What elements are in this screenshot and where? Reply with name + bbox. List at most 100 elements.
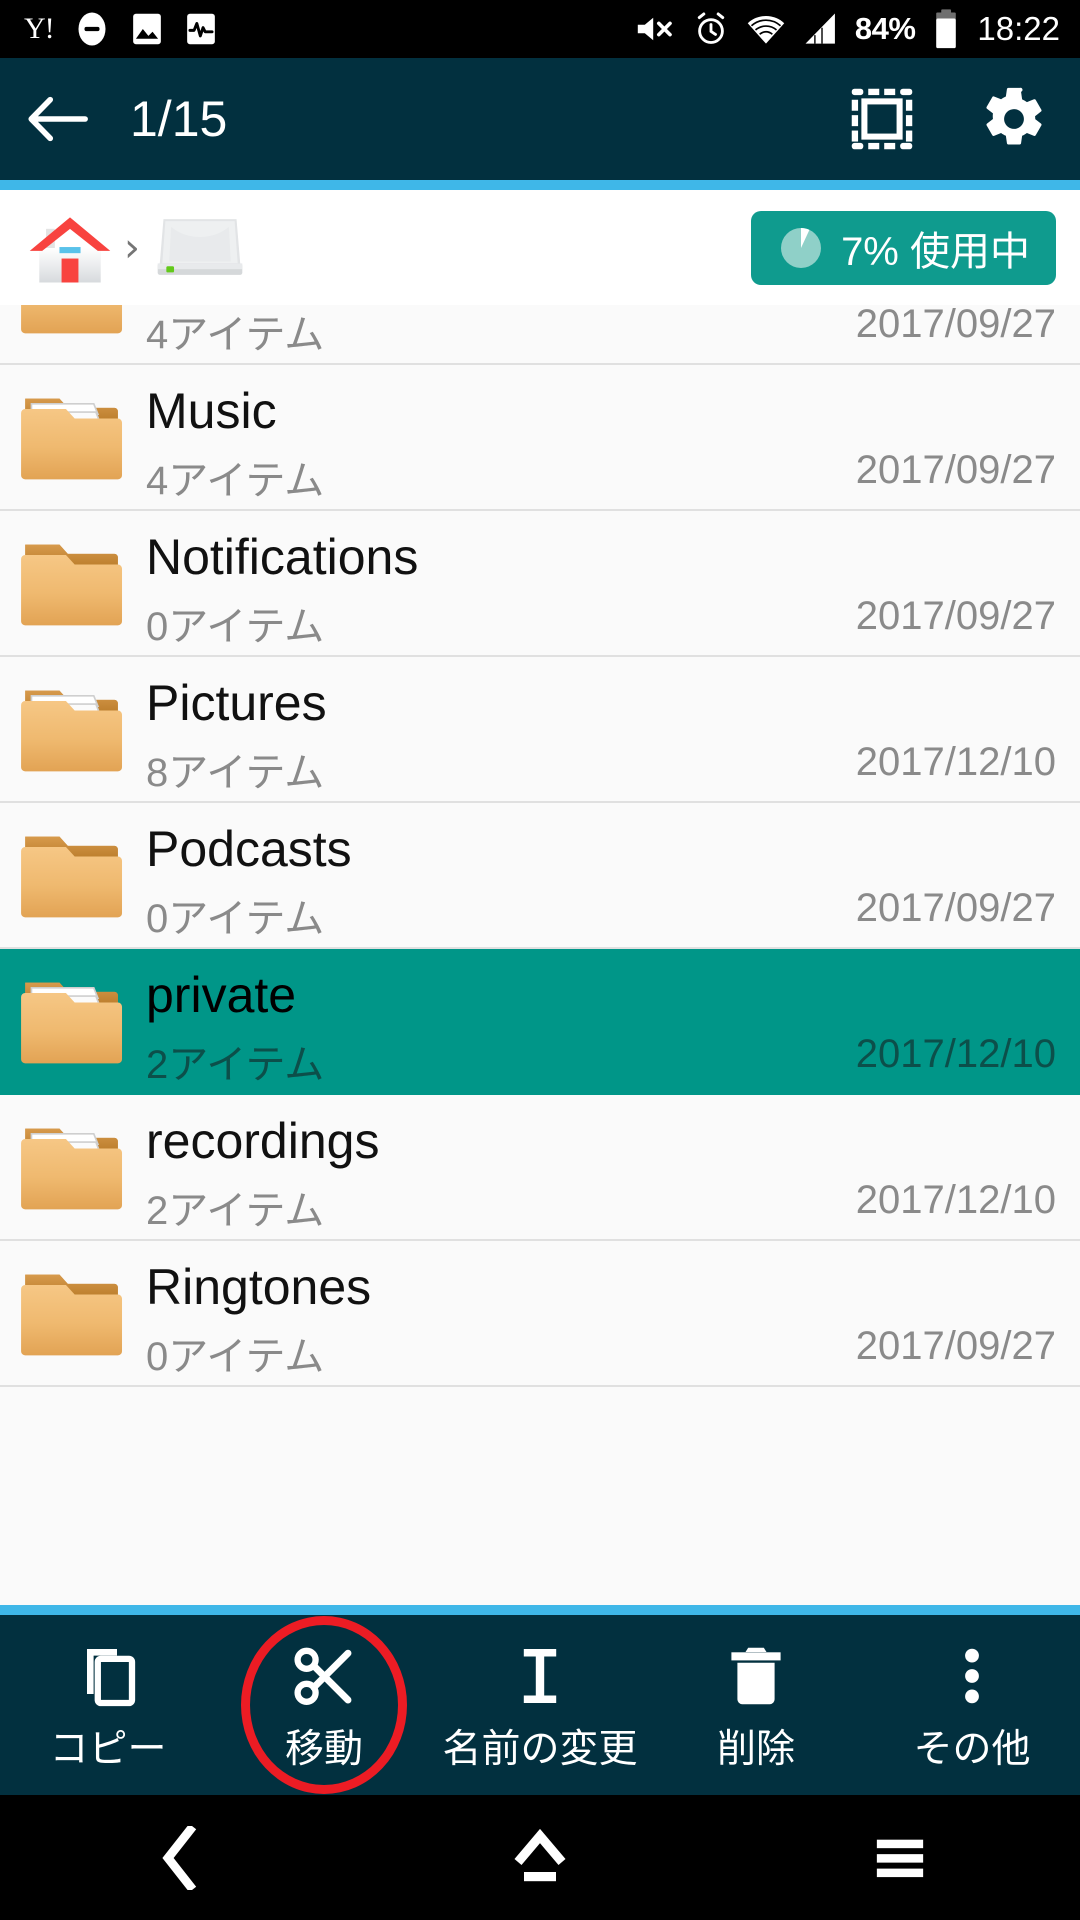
row-item-count: 2アイテム: [146, 1189, 325, 1233]
row-text: Ringtones 0アイテム 2017/09/27: [146, 1240, 1080, 1386]
select-all-button[interactable]: [816, 58, 948, 180]
table-row[interactable]: Podcasts 0アイテム 2017/09/27: [0, 803, 1080, 949]
trash-icon: [720, 1636, 792, 1712]
app-bar: 1/15: [0, 58, 1080, 180]
toolbar-rename-label: 名前の変更: [442, 1728, 638, 1771]
image-icon: [132, 13, 161, 45]
more-vertical-icon: [936, 1636, 1008, 1712]
action-toolbar: コピー 移動 名前の変更 削除 その他: [0, 1615, 1080, 1795]
row-name: Podcasts: [146, 821, 352, 877]
row-name: Notifications: [146, 529, 419, 585]
row-date: 2017/12/10: [855, 1032, 1056, 1076]
toolbar-copy-button[interactable]: コピー: [0, 1615, 216, 1795]
row-date: 2017/09/27: [855, 1324, 1056, 1368]
row-date: 2017/09/27: [855, 448, 1056, 492]
folder-icon: [0, 1240, 146, 1386]
folder-full-icon: [0, 656, 146, 802]
status-bar-clock: 18:22: [977, 10, 1060, 47]
back-arrow-icon: [28, 96, 88, 142]
rename-icon: [504, 1636, 576, 1712]
row-text: 4アイテム 2017/09/27: [146, 305, 1080, 363]
nav-home-button[interactable]: [360, 1826, 720, 1890]
alarm-icon: [697, 12, 725, 44]
app-bar-actions: [816, 58, 1080, 180]
storage-usage-label: 7% 使用中: [841, 229, 1030, 274]
home-icon: [29, 216, 111, 282]
row-text: Podcasts 0アイテム 2017/09/27: [146, 802, 1080, 948]
row-item-count: 8アイテム: [146, 751, 325, 795]
toolbar-accent-line: [0, 1605, 1080, 1615]
pie-chart-icon: [781, 227, 822, 268]
table-row[interactable]: Ringtones 0アイテム 2017/09/27: [0, 1241, 1080, 1387]
page-title: 1/15: [130, 91, 228, 147]
activity-icon: [186, 13, 215, 45]
file-list[interactable]: 4アイテム 2017/09/27 Music 4アイテム 2017/09/27: [0, 305, 1080, 1605]
wifi-icon: [747, 16, 785, 44]
table-row[interactable]: private 2アイテム 2017/12/10: [0, 949, 1080, 1095]
breadcrumb-item-storage[interactable]: [150, 207, 250, 289]
row-text: private 2アイテム 2017/12/10: [146, 948, 1080, 1094]
table-row[interactable]: 4アイテム 2017/09/27: [0, 305, 1080, 365]
select-all-icon: [851, 88, 913, 150]
row-name: Ringtones: [146, 1259, 372, 1315]
folder-full-icon: [0, 1094, 146, 1240]
nav-recents-button[interactable]: [720, 1831, 1080, 1885]
row-item-count: 4アイテム: [146, 313, 325, 357]
do-not-disturb-icon: [78, 12, 106, 46]
nav-back-button[interactable]: [0, 1825, 360, 1890]
toolbar-more-button[interactable]: その他: [864, 1615, 1080, 1795]
row-name: Music: [146, 383, 277, 439]
copy-icon: [72, 1636, 144, 1712]
row-date: 2017/09/27: [855, 886, 1056, 930]
row-name: recordings: [146, 1113, 380, 1169]
phone-screen: Y! 84% 18:22 1/15 › 7% 使用中 4アイテム 2017/09…: [0, 0, 1080, 1920]
app-bar-accent-line: [0, 180, 1080, 190]
gear-icon: [986, 87, 1042, 145]
toolbar-more-label: その他: [913, 1728, 1031, 1771]
folder-icon: [0, 510, 146, 656]
toolbar-delete-button[interactable]: 削除: [648, 1615, 864, 1795]
folder-icon: [0, 305, 146, 363]
row-text: Pictures 8アイテム 2017/12/10: [146, 656, 1080, 802]
status-bar-right: 84% 18:22: [635, 8, 1080, 50]
row-date: 2017/12/10: [855, 1178, 1056, 1222]
row-item-count: 4アイテム: [146, 459, 325, 503]
settings-button[interactable]: [948, 58, 1080, 180]
row-item-count: 0アイテム: [146, 605, 325, 649]
row-text: Notifications 0アイテム 2017/09/27: [146, 510, 1080, 656]
hard-drive-icon: [157, 218, 243, 275]
row-date: 2017/12/10: [855, 740, 1056, 784]
toolbar-move-label: 移動: [284, 1728, 363, 1771]
toolbar-move-button[interactable]: 移動: [216, 1615, 432, 1795]
breadcrumb-item-home[interactable]: [24, 202, 116, 294]
yahoo-icon: Y!: [24, 12, 55, 45]
row-text: recordings 2アイテム 2017/12/10: [146, 1094, 1080, 1240]
row-item-count: 2アイテム: [146, 1043, 325, 1087]
row-name: private: [146, 967, 297, 1023]
status-bar-left: Y!: [0, 11, 218, 47]
table-row[interactable]: Music 4アイテム 2017/09/27: [0, 365, 1080, 511]
nav-back-icon: [162, 1825, 197, 1890]
table-row[interactable]: recordings 2アイテム 2017/12/10: [0, 1095, 1080, 1241]
nav-recents-icon: [876, 1839, 924, 1877]
battery-icon: [936, 9, 957, 49]
breadcrumb: › 7% 使用中: [0, 190, 1080, 305]
table-row[interactable]: Notifications 0アイテム 2017/09/27: [0, 511, 1080, 657]
storage-usage-badge[interactable]: 7% 使用中: [751, 210, 1056, 285]
battery-percent: 84%: [854, 11, 916, 46]
row-date: 2017/09/27: [855, 594, 1056, 638]
toolbar-rename-button[interactable]: 名前の変更: [432, 1615, 648, 1795]
folder-full-icon: [0, 948, 146, 1094]
table-row[interactable]: Pictures 8アイテム 2017/12/10: [0, 657, 1080, 803]
back-button[interactable]: [0, 58, 116, 180]
breadcrumb-separator: ›: [124, 224, 140, 271]
row-item-count: 0アイテム: [146, 1335, 325, 1379]
toolbar-delete-label: 削除: [716, 1728, 795, 1771]
folder-icon: [0, 802, 146, 948]
android-nav-bar: [0, 1795, 1080, 1920]
scissors-icon: [288, 1636, 360, 1712]
toolbar-copy-label: コピー: [49, 1728, 167, 1771]
nav-home-icon: [514, 1828, 566, 1881]
row-date: 2017/09/27: [855, 305, 1056, 346]
row-text: Music 4アイテム 2017/09/27: [146, 364, 1080, 510]
